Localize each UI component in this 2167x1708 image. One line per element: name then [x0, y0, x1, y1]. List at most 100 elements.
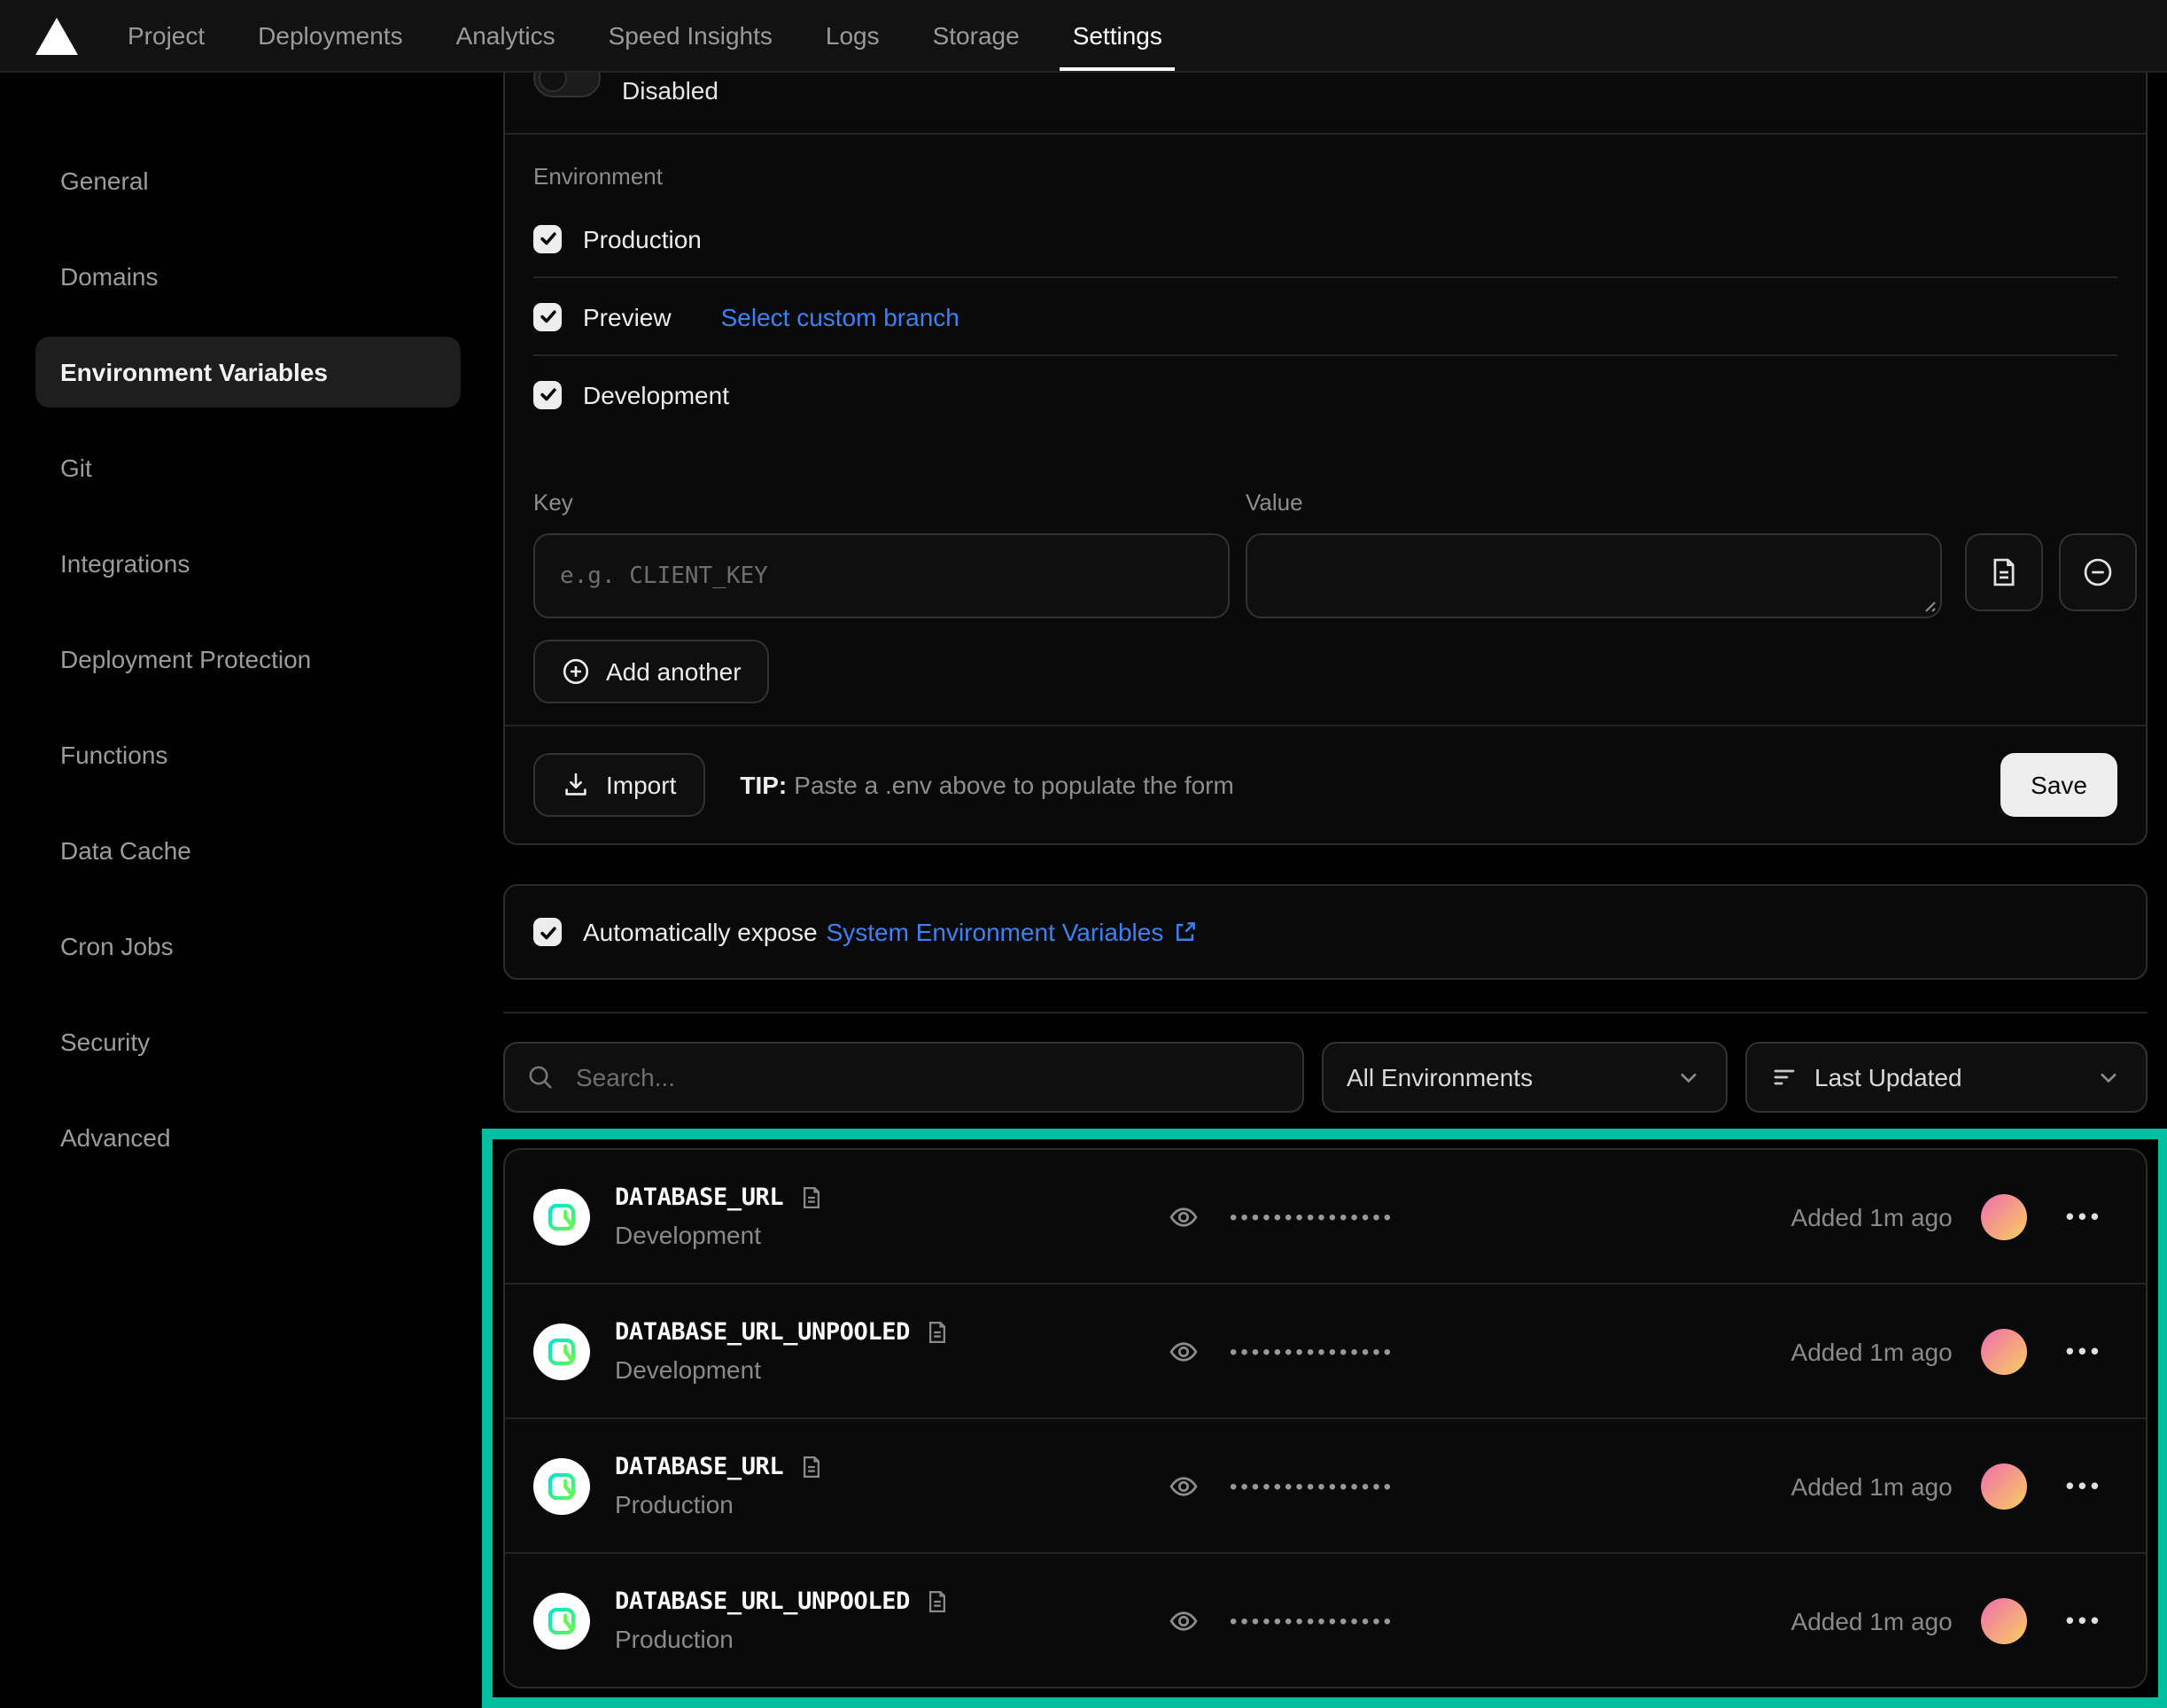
- key-field: Key: [533, 485, 1230, 618]
- eye-icon[interactable]: [1168, 1200, 1200, 1232]
- nav-item-deployments[interactable]: Deployments: [258, 0, 402, 71]
- value-action-buttons: [1965, 533, 2137, 618]
- nav-item-analytics[interactable]: Analytics: [456, 0, 555, 71]
- sidebar-item-data-cache[interactable]: Data Cache: [35, 815, 461, 886]
- value-label: Value: [1246, 485, 1942, 519]
- environment-checkbox-row: Production: [533, 200, 2117, 276]
- app-window: Project Deployments Analytics Speed Insi…: [0, 0, 2167, 1708]
- disabled-toggle[interactable]: [533, 73, 601, 97]
- nav-item-logs[interactable]: Logs: [826, 0, 880, 71]
- nav-item-settings[interactable]: Settings: [1073, 0, 1162, 71]
- environment-checkbox-label: Preview: [583, 302, 672, 330]
- sidebar-item-functions[interactable]: Functions: [35, 719, 461, 790]
- chevron-down-icon: [2094, 1063, 2123, 1091]
- nav-item-project[interactable]: Project: [128, 0, 205, 71]
- value-input[interactable]: [1246, 533, 1942, 618]
- add-another-button[interactable]: Add another: [533, 640, 770, 703]
- avatar: [1981, 1193, 2027, 1239]
- environment-checkbox-row: Preview Select custom branch: [533, 276, 2117, 354]
- note-icon[interactable]: [799, 1185, 824, 1210]
- env-var-secret: •••••••••••••••: [1168, 1335, 1394, 1367]
- expose-label: Automatically expose: [583, 918, 818, 946]
- environment-checkbox-label: Development: [583, 380, 729, 408]
- sidebar-item-integrations[interactable]: Integrations: [35, 528, 461, 599]
- row-menu-button[interactable]: •••: [2066, 1607, 2103, 1634]
- plus-circle-icon: [562, 657, 590, 686]
- nav-item-speed-insights[interactable]: Speed Insights: [609, 0, 773, 71]
- sort-dropdown[interactable]: Last Updated: [1745, 1042, 2148, 1113]
- env-var-row[interactable]: DATABASE_URL_UNPOOLED Production •••••••…: [505, 1552, 2146, 1687]
- sort-lines-icon: [1770, 1063, 1798, 1091]
- env-var-environment: Development: [615, 1355, 1146, 1384]
- save-button[interactable]: Save: [2000, 753, 2117, 817]
- env-var-info: DATABASE_URL Production: [615, 1453, 1146, 1518]
- system-env-panel: Automatically expose System Environment …: [503, 884, 2148, 980]
- search-input[interactable]: [572, 1061, 1281, 1093]
- neon-integration-icon: [533, 1323, 590, 1379]
- neon-integration-icon: [533, 1188, 590, 1245]
- import-button[interactable]: Import: [533, 753, 704, 817]
- row-menu-button[interactable]: •••: [2066, 1338, 2103, 1364]
- select-custom-branch-link[interactable]: Select custom branch: [721, 302, 959, 330]
- sidebar-item-domains[interactable]: Domains: [35, 241, 461, 312]
- paste-file-button[interactable]: [1965, 533, 2043, 611]
- note-icon[interactable]: [926, 1589, 951, 1614]
- minus-circle-icon: [2082, 556, 2114, 588]
- sidebar-item-advanced[interactable]: Advanced: [35, 1102, 461, 1173]
- search-box[interactable]: [503, 1042, 1304, 1113]
- env-var-row[interactable]: DATABASE_URL Development •••••••••••••••…: [505, 1150, 2146, 1283]
- eye-icon[interactable]: [1168, 1470, 1200, 1502]
- env-var-form-panel: Disabled Environment Production Preview …: [503, 73, 2148, 845]
- neon-integration-icon: [533, 1457, 590, 1514]
- env-var-info: DATABASE_URL_UNPOOLED Development: [615, 1318, 1146, 1384]
- environment-checkbox[interactable]: [533, 302, 562, 330]
- import-label: Import: [606, 771, 676, 799]
- environment-section: Environment Production Preview Select cu…: [505, 135, 2146, 443]
- added-timestamp: Added 1m ago: [1791, 1606, 1953, 1634]
- row-menu-button[interactable]: •••: [2066, 1472, 2103, 1499]
- environment-checkbox[interactable]: [533, 224, 562, 252]
- sidebar-item-general[interactable]: General: [35, 145, 461, 216]
- env-var-environment: Development: [615, 1221, 1146, 1249]
- nav-item-label: Project: [128, 21, 205, 50]
- check-icon: [538, 307, 557, 326]
- eye-icon[interactable]: [1168, 1604, 1200, 1636]
- expose-checkbox[interactable]: [533, 918, 562, 946]
- nav-item-storage[interactable]: Storage: [933, 0, 1020, 71]
- value-field: Value: [1246, 485, 1942, 618]
- sidebar-item-environment-variables[interactable]: Environment Variables: [35, 337, 461, 408]
- sidebar-item-git[interactable]: Git: [35, 432, 461, 503]
- env-var-row[interactable]: DATABASE_URL_UNPOOLED Development ••••••…: [505, 1283, 2146, 1417]
- note-icon[interactable]: [799, 1455, 824, 1479]
- system-env-vars-link[interactable]: System Environment Variables: [827, 918, 1198, 946]
- disabled-toggle-label: Disabled: [622, 76, 718, 105]
- check-icon: [538, 922, 557, 942]
- row-menu-button[interactable]: •••: [2066, 1203, 2103, 1230]
- environment-checkbox[interactable]: [533, 380, 562, 408]
- sidebar-item-deployment-protection[interactable]: Deployment Protection: [35, 624, 461, 695]
- sidebar-item-security[interactable]: Security: [35, 1006, 461, 1077]
- env-var-row[interactable]: DATABASE_URL Production ••••••••••••••• …: [505, 1417, 2146, 1552]
- env-var-meta: Added 1m ago •••: [1791, 1193, 2103, 1239]
- environment-section-label: Environment: [533, 159, 2117, 193]
- env-var-name: DATABASE_URL: [615, 1453, 783, 1481]
- added-timestamp: Added 1m ago: [1791, 1337, 1953, 1365]
- vercel-triangle-icon[interactable]: [35, 17, 78, 54]
- key-label: Key: [533, 485, 1230, 519]
- env-var-name: DATABASE_URL_UNPOOLED: [615, 1318, 910, 1347]
- remove-row-button[interactable]: [2059, 533, 2137, 611]
- env-var-meta: Added 1m ago •••: [1791, 1597, 2103, 1643]
- env-var-info: DATABASE_URL Development: [615, 1184, 1146, 1249]
- eye-icon[interactable]: [1168, 1335, 1200, 1367]
- env-var-meta: Added 1m ago •••: [1791, 1328, 2103, 1374]
- resize-grip-icon[interactable]: [1919, 595, 1937, 613]
- sidebar-item-cron-jobs[interactable]: Cron Jobs: [35, 911, 461, 982]
- add-another-row: Add another: [505, 618, 2146, 725]
- note-icon[interactable]: [926, 1320, 951, 1345]
- masked-value: •••••••••••••••: [1230, 1339, 1394, 1363]
- search-icon: [526, 1063, 555, 1091]
- environment-filter-dropdown[interactable]: All Environments: [1322, 1042, 1728, 1113]
- system-env-vars-link-label: System Environment Variables: [827, 918, 1164, 946]
- import-download-icon: [562, 771, 590, 799]
- key-input[interactable]: [533, 533, 1230, 618]
